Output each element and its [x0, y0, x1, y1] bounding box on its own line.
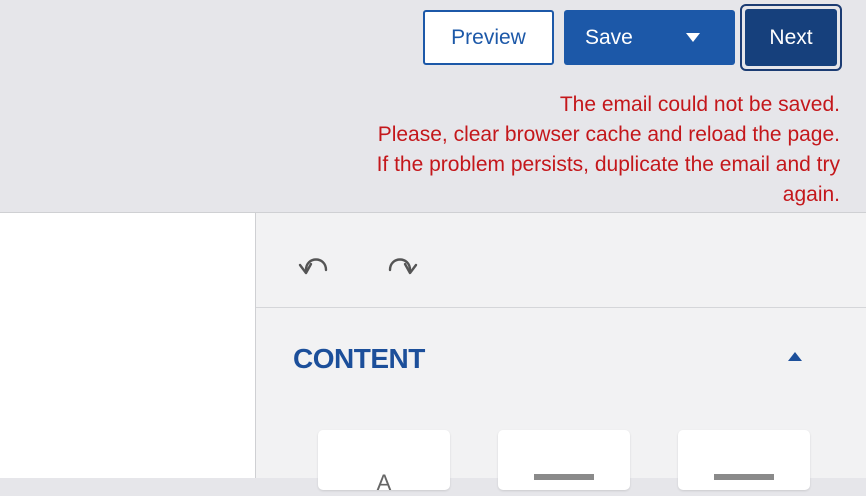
error-line-3: If the problem persists, duplicate the e…: [376, 153, 840, 176]
top-toolbar: Preview Save Next The email could not be…: [0, 0, 866, 212]
button-block-icon: [714, 474, 774, 480]
error-line-1: The email could not be saved.: [559, 93, 840, 116]
editor-sidebar: CONTENT A: [255, 213, 866, 495]
undo-icon[interactable]: [296, 243, 336, 283]
content-section-title: CONTENT: [293, 343, 425, 374]
redo-icon[interactable]: [380, 243, 420, 283]
text-block-tile[interactable]: A: [318, 430, 450, 495]
error-line-2: Please, clear browser cache and reload t…: [377, 123, 840, 146]
preview-button[interactable]: Preview: [423, 10, 554, 65]
save-error-message: The email could not be saved. Please, cl…: [377, 90, 840, 208]
image-block-tile[interactable]: [498, 430, 630, 490]
caret-up-icon[interactable]: [788, 352, 802, 361]
history-controls: [256, 213, 866, 308]
text-block-icon: A: [376, 470, 392, 495]
next-button[interactable]: Next: [745, 9, 837, 66]
error-line-4-wrap: again.: [377, 180, 840, 208]
email-canvas[interactable]: [0, 213, 255, 478]
button-block-tile[interactable]: [678, 430, 810, 490]
error-line-4: again.: [782, 183, 840, 206]
chevron-down-icon[interactable]: [686, 33, 700, 42]
save-button-label: Save: [585, 25, 633, 49]
save-button[interactable]: Save: [564, 10, 735, 65]
image-block-icon: [534, 474, 594, 480]
